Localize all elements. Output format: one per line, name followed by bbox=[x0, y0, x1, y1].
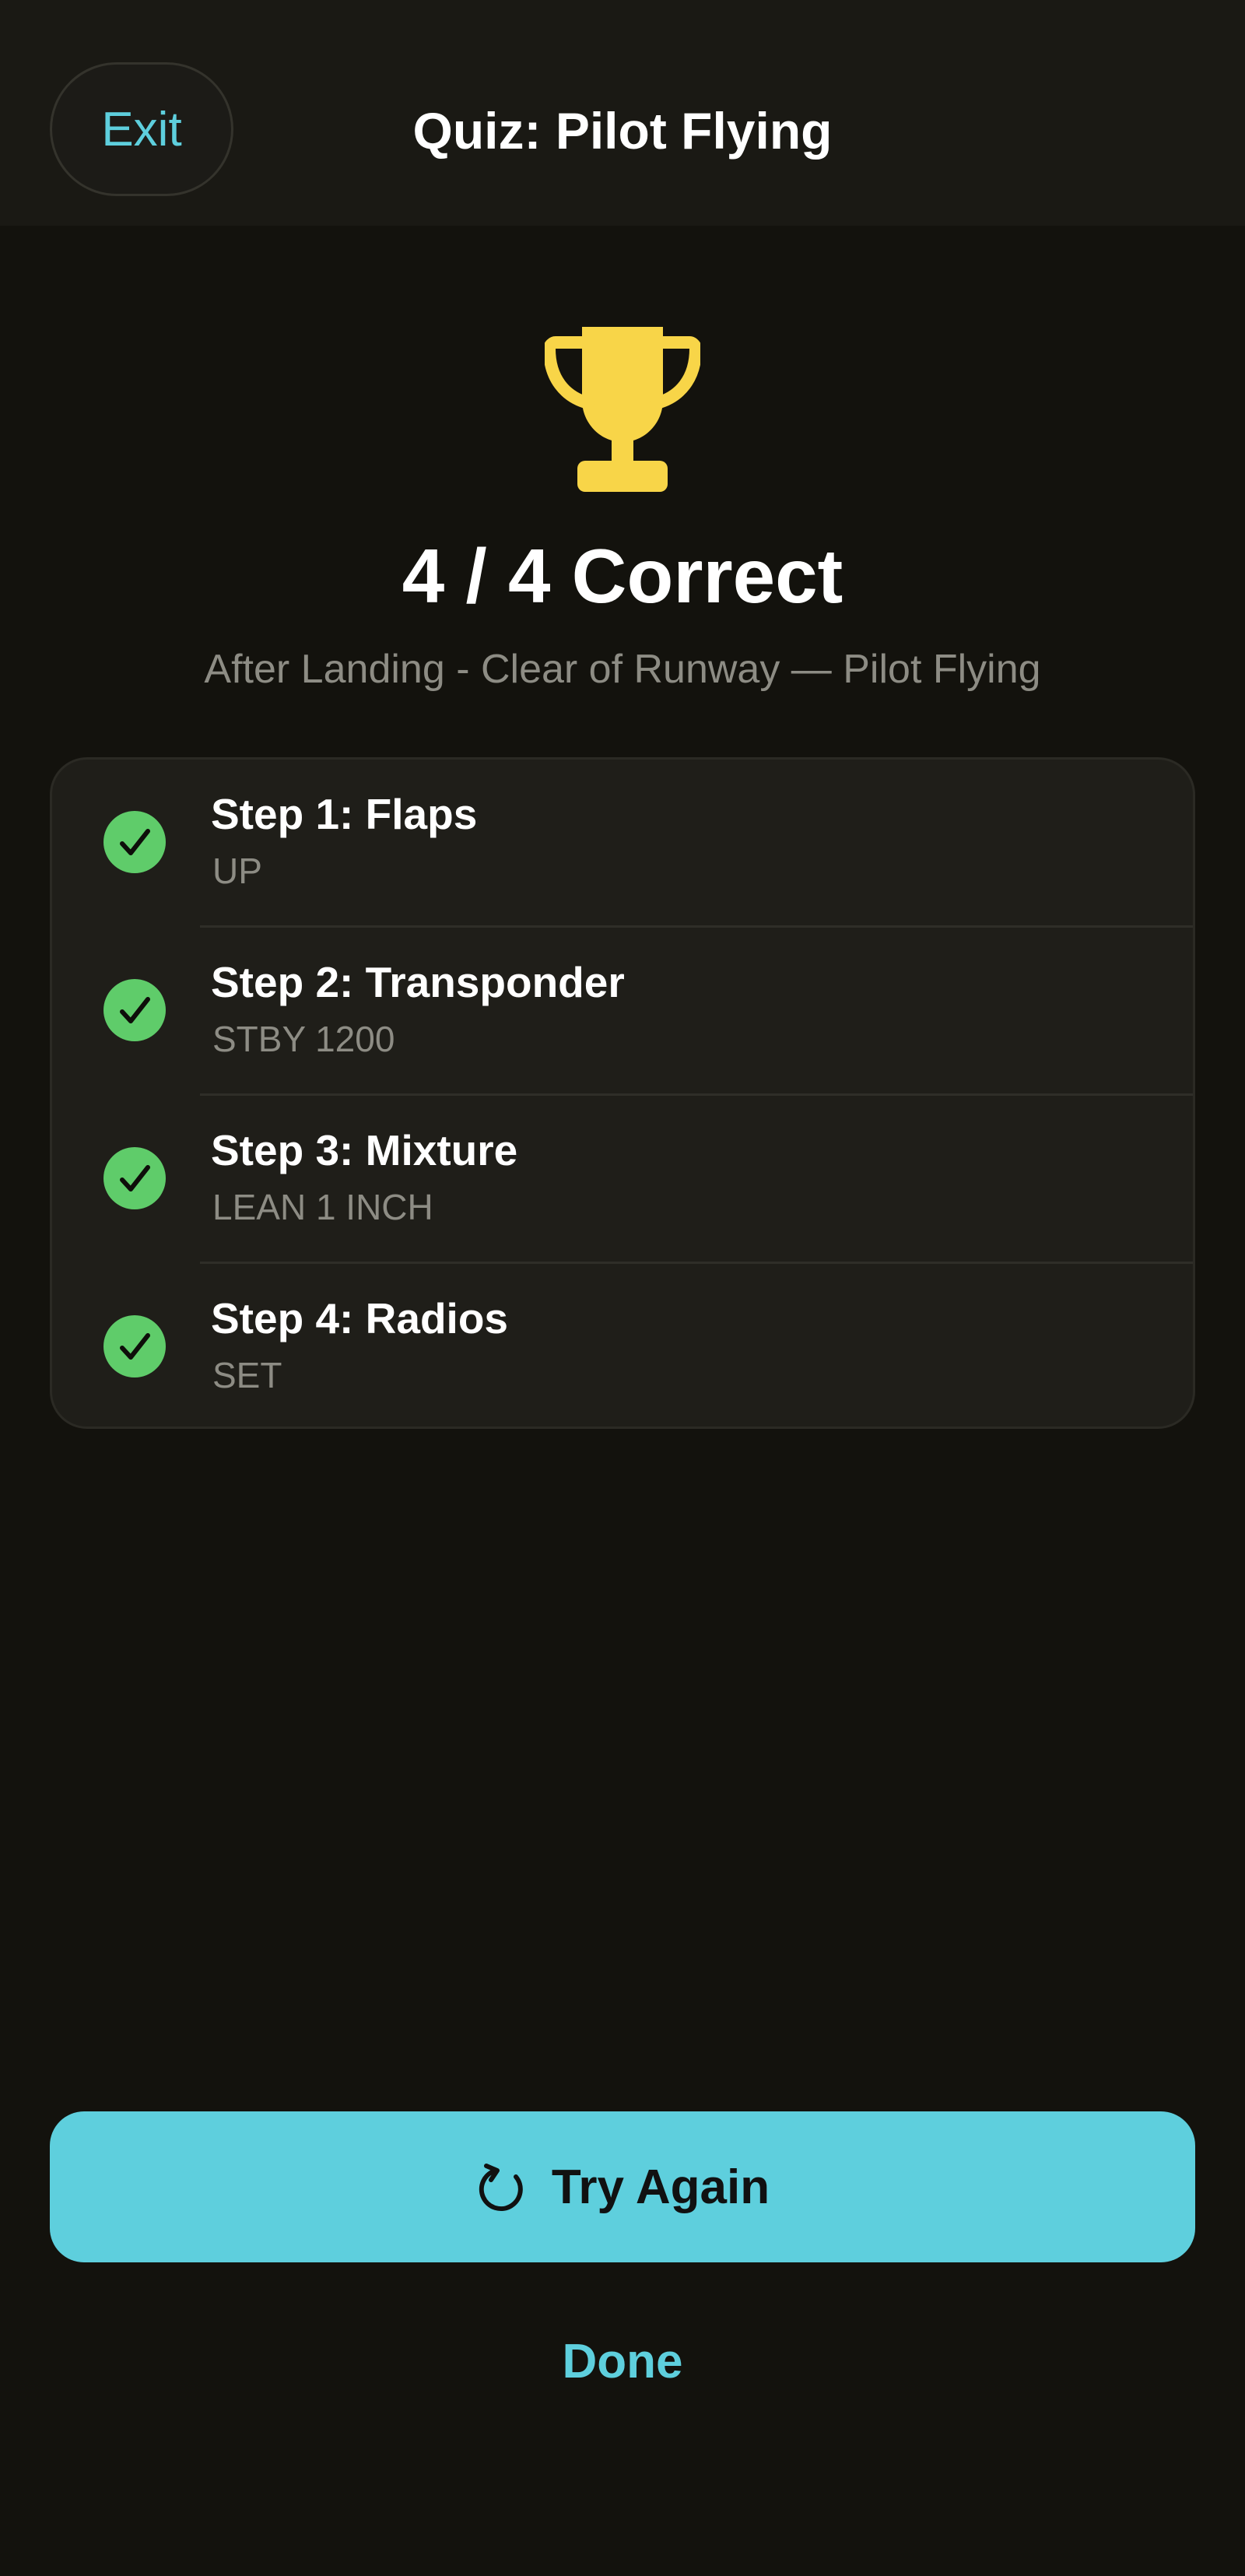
step-label: Step 4: Radios bbox=[211, 1294, 509, 1342]
retry-icon bbox=[479, 2164, 523, 2212]
list-item: Step 3: Mixture LEAN 1 INCH bbox=[52, 1096, 1193, 1264]
page-title: Quiz: Pilot Flying bbox=[412, 102, 833, 160]
step-value: UP bbox=[212, 851, 262, 891]
check-circle-icon bbox=[103, 1315, 166, 1377]
list-item: Step 1: Flaps UP bbox=[52, 760, 1193, 928]
check-circle-icon bbox=[103, 1147, 166, 1209]
step-value: LEAN 1 INCH bbox=[212, 1187, 433, 1227]
try-again-button[interactable]: Try Again bbox=[50, 2111, 1195, 2262]
step-label: Step 2: Transponder bbox=[211, 958, 625, 1006]
step-label: Step 3: Mixture bbox=[211, 1126, 518, 1174]
quiz-subtitle: After Landing - Clear of Runway — Pilot … bbox=[204, 647, 1041, 692]
trophy-icon bbox=[545, 327, 700, 492]
exit-button[interactable]: Exit bbox=[50, 62, 233, 196]
check-circle-icon bbox=[103, 811, 166, 873]
step-value: SET bbox=[212, 1355, 282, 1395]
check-circle-icon bbox=[103, 979, 166, 1041]
steps-list: Step 1: Flaps UP Step 2: Transponder STB… bbox=[50, 757, 1195, 1429]
done-button[interactable]: Done bbox=[467, 2319, 778, 2405]
try-again-label: Try Again bbox=[551, 2160, 770, 2214]
navigation-bar: Exit Quiz: Pilot Flying bbox=[0, 0, 1245, 226]
list-item: Step 2: Transponder STBY 1200 bbox=[52, 928, 1193, 1096]
list-item: Step 4: Radios SET bbox=[52, 1264, 1193, 1432]
step-label: Step 1: Flaps bbox=[211, 790, 478, 838]
step-value: STBY 1200 bbox=[212, 1019, 395, 1059]
score-title: 4 / 4 Correct bbox=[402, 533, 843, 619]
